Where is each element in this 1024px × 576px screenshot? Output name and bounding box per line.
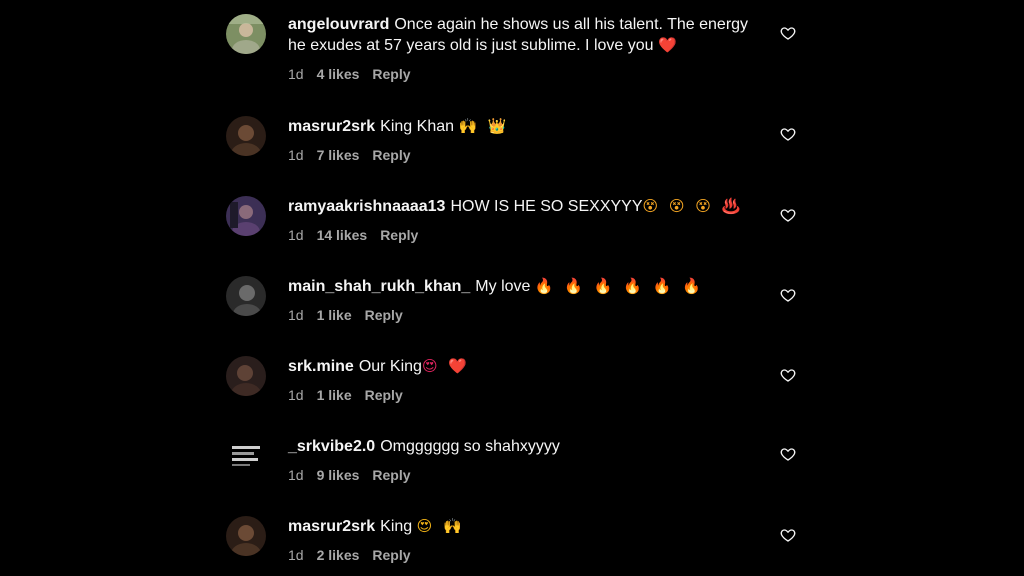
reply-button[interactable]: Reply [372, 147, 410, 163]
reply-button[interactable]: Reply [365, 307, 403, 323]
comment-likes[interactable]: 1 like [317, 307, 352, 323]
comment-meta: 1d 9 likes Reply [288, 467, 768, 483]
comment-emojis: 🔥 🔥 🔥 🔥 🔥 🔥 [534, 277, 704, 295]
heart-icon[interactable] [780, 527, 796, 543]
comment-text: srk.mine Our King😍 ❤️ [288, 356, 768, 377]
comment-body: King [380, 518, 413, 535]
reply-button[interactable]: Reply [365, 387, 403, 403]
comment-text: masrur2srk King 😍 🙌 [288, 516, 768, 537]
comment-username[interactable]: ramyaakrishnaaaa13 [288, 198, 445, 215]
comment-likes[interactable]: 2 likes [317, 547, 360, 563]
comment-text: ramyaakrishnaaaa13 HOW IS HE SO SEXXYYY😵 … [288, 196, 768, 217]
reply-button[interactable]: Reply [372, 66, 410, 82]
avatar[interactable] [226, 436, 266, 476]
comment-time: 1d [288, 547, 304, 563]
comment-likes[interactable]: 7 likes [317, 147, 360, 163]
comment-time: 1d [288, 227, 304, 243]
comment-emojis: 😵 😵 😵 ♨️ [642, 197, 744, 215]
heart-icon[interactable] [780, 446, 796, 462]
avatar[interactable] [226, 356, 266, 396]
comment-likes[interactable]: 4 likes [317, 66, 360, 82]
reply-button[interactable]: Reply [372, 467, 410, 483]
comment-emojis: ❤️ [657, 36, 680, 54]
comment-likes[interactable]: 14 likes [317, 227, 368, 243]
comment-time: 1d [288, 307, 304, 323]
comment-time: 1d [288, 467, 304, 483]
comment-body: HOW IS HE SO SEXXYYY [450, 198, 643, 215]
heart-icon[interactable] [780, 126, 796, 142]
comment-username[interactable]: masrur2srk [288, 518, 375, 535]
comment-meta: 1d 14 likes Reply [288, 227, 768, 243]
comment-meta: 1d 1 like Reply [288, 307, 768, 323]
comment-time: 1d [288, 147, 304, 163]
heart-icon[interactable] [780, 367, 796, 383]
comment-username[interactable]: masrur2srk [288, 118, 375, 135]
comment-meta: 1d 1 like Reply [288, 387, 768, 403]
reply-button[interactable]: Reply [380, 227, 418, 243]
avatar[interactable] [226, 196, 266, 236]
avatar[interactable] [226, 516, 266, 556]
avatar[interactable] [226, 116, 266, 156]
comment-body: Our King [358, 358, 422, 375]
comment-time: 1d [288, 387, 304, 403]
comment-emojis: 😍 ❤️ [421, 357, 471, 375]
avatar[interactable] [226, 276, 266, 316]
comment-username[interactable]: main_shah_rukh_khan_ [288, 278, 470, 295]
avatar[interactable] [226, 14, 266, 54]
comment-emojis: 😍 🙌 [416, 517, 465, 535]
comment-likes[interactable]: 9 likes [317, 467, 360, 483]
comment-likes[interactable]: 1 like [317, 387, 352, 403]
reply-button[interactable]: Reply [372, 547, 410, 563]
comment-text: masrur2srk King Khan 🙌 👑 [288, 116, 768, 137]
comment-meta: 1d 4 likes Reply [288, 66, 768, 82]
comment-username[interactable]: _srkvibe2.0 [288, 438, 375, 455]
comment-emojis: 🙌 👑 [458, 117, 510, 135]
comment-text: angelouvrard Once again he shows us all h… [288, 14, 768, 56]
heart-icon[interactable] [780, 25, 796, 41]
comment-meta: 1d 2 likes Reply [288, 547, 768, 563]
heart-icon[interactable] [780, 207, 796, 223]
comment-username[interactable]: angelouvrard [288, 16, 389, 33]
comment-body: Omgggggg so shahxyyyy [380, 438, 560, 455]
comment-text: main_shah_rukh_khan_ My love 🔥 🔥 🔥 🔥 🔥 🔥 [288, 276, 768, 297]
comment-meta: 1d 7 likes Reply [288, 147, 768, 163]
comment-body: King Khan [380, 118, 455, 135]
comment-time: 1d [288, 66, 304, 82]
comment-text: _srkvibe2.0 Omgggggg so shahxyyyy [288, 436, 768, 457]
comment-username[interactable]: srk.mine [288, 358, 354, 375]
heart-icon[interactable] [780, 287, 796, 303]
comment-body: My love [475, 278, 531, 295]
